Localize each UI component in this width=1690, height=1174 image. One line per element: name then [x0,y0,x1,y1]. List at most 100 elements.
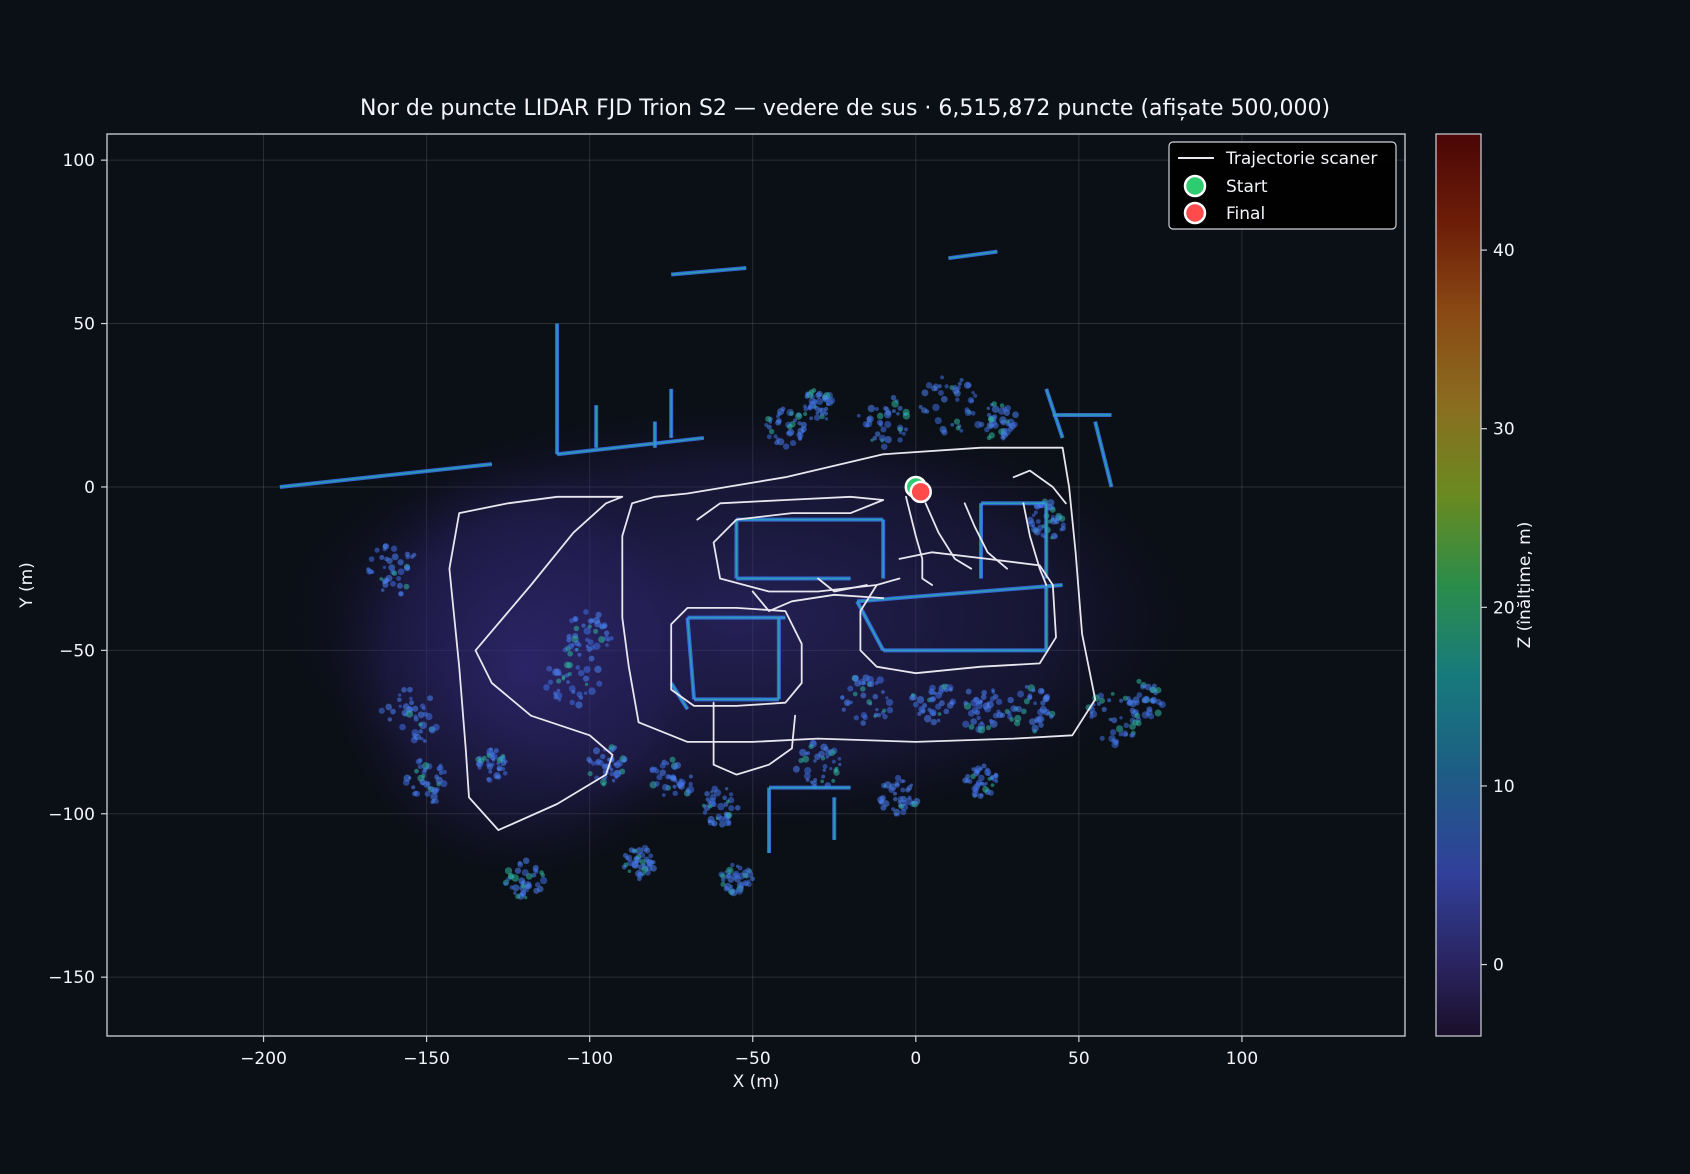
cloud-point [669,756,676,763]
cloud-point [860,720,866,726]
colorbar-gradient [1435,133,1482,1037]
cloud-point [792,765,800,773]
cloud-point [1060,525,1066,532]
cloud-point [539,876,548,885]
cloud-point [867,404,876,413]
cloud-point [379,577,384,581]
cloud-point [672,784,677,789]
cloud-point [422,767,428,772]
cloud-point [987,789,994,796]
cloud-point [813,414,821,421]
final-marker [909,480,932,504]
cloud-point [1148,713,1155,720]
legend-start-swatch [1183,174,1207,198]
y-tick-label: 100 [63,151,95,171]
cloud-point [532,867,538,873]
cloud-point [488,747,493,752]
cloud-point [805,778,810,782]
cloud-point [424,791,431,797]
cloud-point [645,859,649,863]
cloud-point [539,870,544,875]
cloud-point [1031,688,1036,693]
cloud-point [588,655,595,662]
cloud-point [1108,717,1113,722]
cloud-point [856,413,861,418]
cloud-point [837,756,842,761]
cloud-point [811,388,817,393]
cloud-point [476,760,484,768]
cloud-point [963,700,968,706]
cloud-point [938,700,945,707]
cloud-point [517,861,524,868]
x-axis-ticks: −200 −150 −100 −50 0 50 100 [240,1036,1258,1069]
cloud-point [885,698,894,707]
ground-haze [328,454,721,880]
cloud-point [729,884,733,889]
cloud-point [879,800,884,805]
cloud-point [849,700,854,705]
cloud-point [717,815,724,822]
cloud-point [957,381,962,386]
cloud-point [396,576,402,581]
cloud-point [920,407,928,414]
cloud-point [1011,421,1018,428]
cloud-point [981,689,987,696]
cloud-point [750,876,755,882]
cloud-point [986,406,990,410]
cloud-point [975,781,982,788]
cloud-point [1035,519,1041,524]
cloud-point [921,389,929,397]
cloud-point [403,583,410,590]
x-tick-label: −200 [240,1049,287,1069]
cloud-point [898,430,903,435]
cloud-point [933,383,939,389]
cloud-point [798,436,803,441]
cloud-point [1024,684,1029,689]
cloud-point [409,700,415,706]
cloud-point [773,434,778,439]
cloud-point [604,630,610,636]
cloud-point [1021,708,1027,715]
cloud-point [853,715,859,721]
cloud-point [805,392,810,398]
cloud-point [959,377,964,383]
cloud-point [820,743,828,751]
cloud-point [965,382,972,389]
cloud-point [403,712,408,717]
cloud-point [396,582,403,589]
cloud-point [431,798,436,803]
cloud-point [401,687,407,693]
cloud-point [503,881,508,886]
x-tick-label: 100 [1226,1049,1258,1069]
cloud-point [566,637,572,643]
y-axis-label: Y (m) [17,562,37,609]
cloud-point [384,556,389,562]
cloud-point [982,702,990,710]
cloud-point [737,865,743,871]
cloud-point [765,415,772,423]
cloud-point [886,706,894,714]
cloud-point [930,718,938,726]
cloud-point [803,411,808,417]
cloud-point [986,771,991,777]
y-tick-label: 0 [84,478,95,498]
cloud-point [1111,717,1118,724]
cloud-point [556,688,561,693]
cloud-point [893,796,898,802]
cloud-point [943,708,950,715]
cloud-point [916,696,925,704]
cloud-point [404,565,411,572]
cloud-point [707,815,715,824]
cloud-point [1109,729,1117,736]
cloud-point [1119,716,1123,720]
cloud-point [1140,684,1146,690]
cloud-point [795,412,803,420]
cloud-point [1012,411,1019,419]
x-tick-label: −50 [735,1049,771,1069]
cloud-point [397,697,402,703]
cloud-point [888,786,895,793]
cloud-point [1031,524,1035,528]
cloud-point [940,395,948,403]
cloud-point [991,688,995,692]
cloud-point [920,707,926,714]
